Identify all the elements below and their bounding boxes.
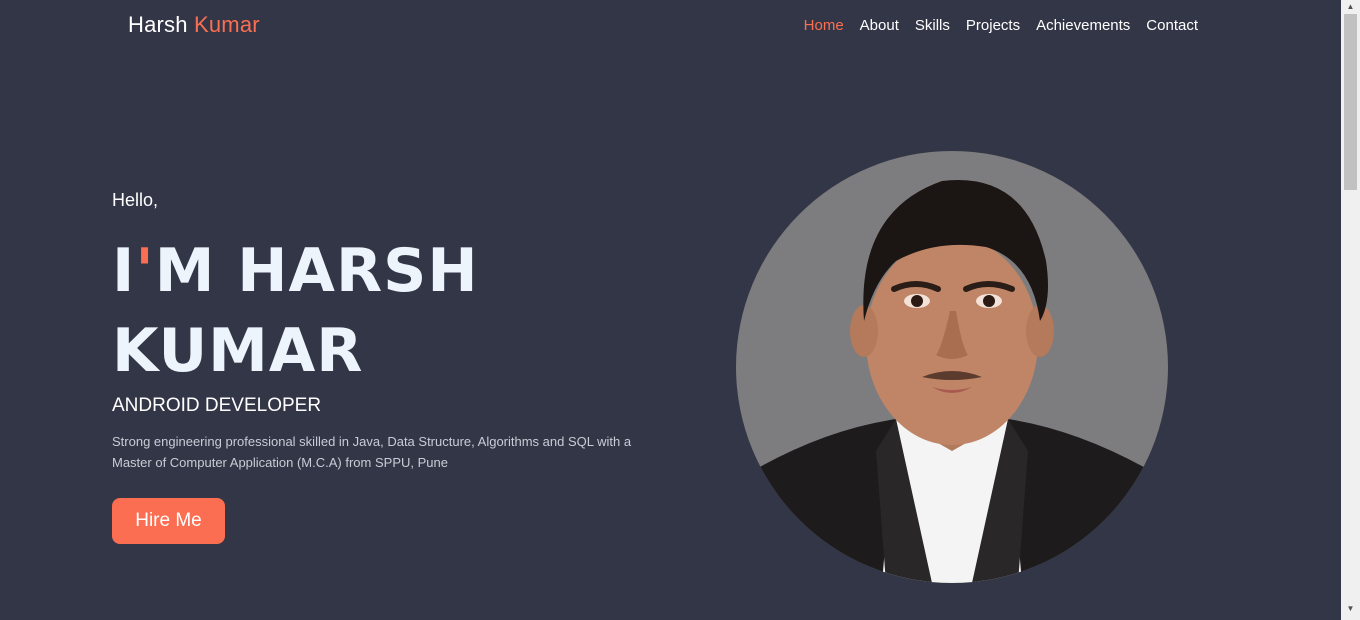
hero-headline: I'M HARSH KUMAR (112, 231, 672, 391)
hero-section: Hello, I'M HARSH KUMAR ANDROID DEVELOPER… (112, 190, 672, 544)
hero-role: ANDROID DEVELOPER (112, 395, 322, 416)
hire-me-button[interactable]: Hire Me (112, 498, 225, 544)
nav-skills[interactable]: Skills (915, 17, 950, 34)
nav-menu: Home About Skills Projects Achievements … (804, 17, 1198, 35)
headline-line2: KUMAR (112, 316, 364, 386)
headline-apostrophe: ' (135, 236, 155, 306)
profile-photo-illustration (736, 151, 1168, 583)
profile-photo (736, 151, 1168, 583)
brand-logo[interactable]: Harsh Kumar (128, 12, 260, 38)
headline-prefix: I (112, 236, 136, 306)
headline-line1: M HARSH (154, 236, 479, 306)
page-scrollbar[interactable]: ▲ ▼ (1341, 0, 1360, 620)
nav-contact[interactable]: Contact (1146, 17, 1198, 34)
nav-home[interactable]: Home (804, 17, 844, 34)
brand-first-name: Harsh (128, 12, 188, 37)
hero-greeting: Hello, (112, 190, 159, 210)
triangle-up-icon[interactable]: ▲ (1341, 0, 1360, 14)
triangle-down-icon[interactable]: ▼ (1341, 602, 1360, 616)
nav-achievements[interactable]: Achievements (1036, 17, 1130, 34)
hero-bio: Strong engineering professional skilled … (112, 434, 632, 470)
nav-projects[interactable]: Projects (966, 17, 1020, 34)
brand-last-name: Kumar (194, 12, 260, 37)
scrollbar-thumb[interactable] (1344, 14, 1357, 190)
navbar: Harsh Kumar Home About Skills Projects A… (0, 0, 1341, 52)
nav-about[interactable]: About (860, 17, 899, 34)
